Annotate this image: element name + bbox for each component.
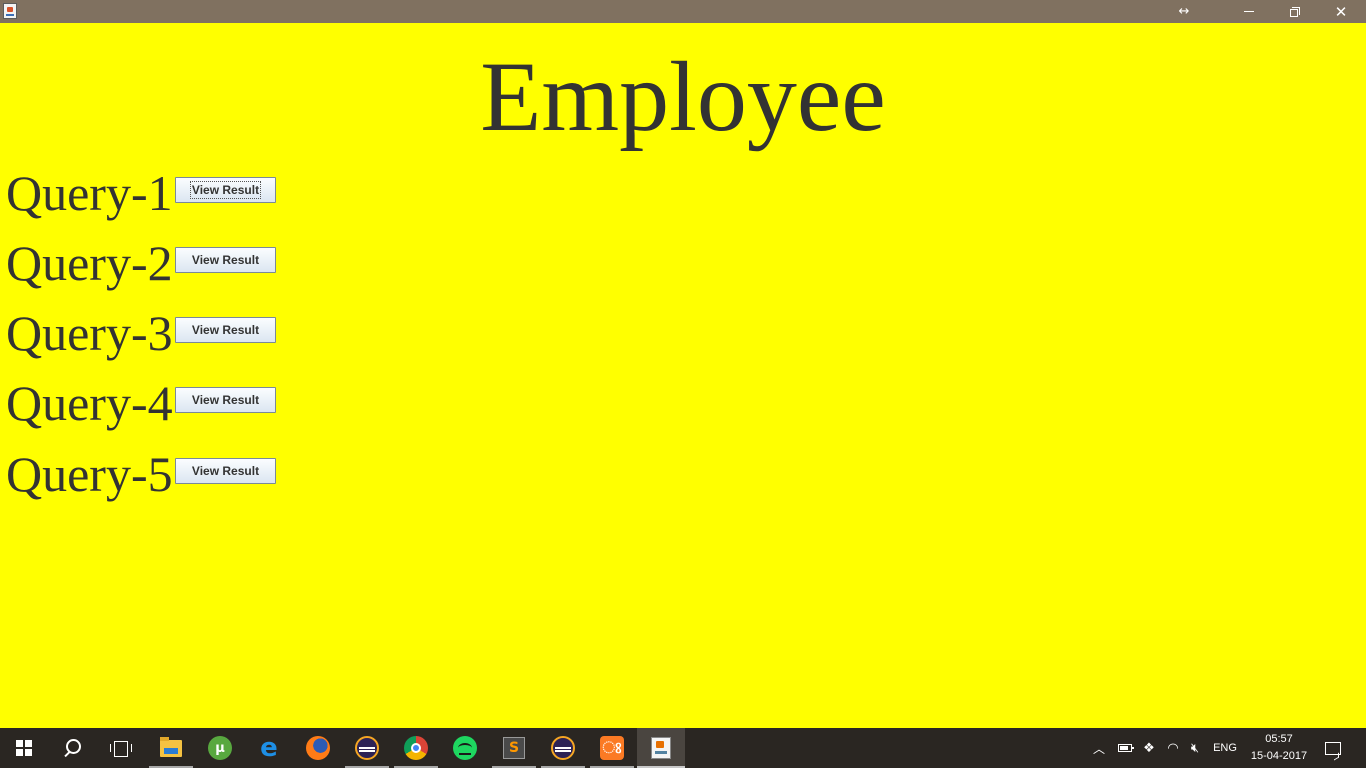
task-view-button[interactable] — [96, 728, 144, 768]
resize-arrows-icon: ↔ — [1178, 4, 1190, 19]
sublime-text-icon: S — [503, 737, 525, 759]
battery-icon[interactable] — [1114, 728, 1136, 768]
show-hidden-icons-button[interactable]: ︿ — [1088, 728, 1110, 768]
sublime-text-button[interactable]: S — [490, 728, 538, 768]
minimize-button[interactable] — [1226, 0, 1272, 23]
taskbar: µ e S ଃ ︿ ❖ ◠ 🔇︎ ENG 05:57 15-04-2017 — [0, 728, 1366, 768]
button-label: View Result — [191, 464, 260, 478]
restore-icon — [1290, 6, 1300, 17]
language-indicator[interactable]: ENG — [1208, 728, 1242, 768]
window-title-bar: ↔ ✕ — [0, 0, 1366, 23]
task-view-icon — [110, 741, 132, 757]
search-icon — [63, 739, 81, 757]
query-label: Query-3 — [6, 305, 173, 361]
windows-icon — [16, 740, 32, 756]
edge-button[interactable]: e — [245, 728, 293, 768]
java-app-taskbar-button[interactable] — [637, 728, 685, 768]
view-result-button[interactable]: View Result — [175, 247, 276, 273]
start-button[interactable] — [0, 728, 48, 768]
action-center-button[interactable] — [1318, 728, 1348, 768]
utorrent-button[interactable]: µ — [196, 728, 244, 768]
eclipse-button-2[interactable] — [539, 728, 587, 768]
clock[interactable]: 05:57 15-04-2017 — [1244, 731, 1314, 765]
button-label: View Result — [191, 253, 260, 267]
eclipse-icon — [355, 736, 379, 760]
dropbox-icon[interactable]: ❖ — [1138, 728, 1160, 768]
file-explorer-button[interactable] — [147, 728, 195, 768]
page-title: Employee — [480, 41, 886, 152]
java-icon — [651, 737, 671, 759]
view-result-button[interactable]: View Result — [175, 317, 276, 343]
button-label: View Result — [191, 393, 260, 407]
chrome-icon — [404, 736, 428, 760]
folder-icon — [160, 736, 182, 757]
wifi-icon[interactable]: ◠ — [1162, 728, 1184, 768]
edge-icon: e — [260, 733, 278, 763]
query-label: Query-4 — [6, 375, 173, 431]
clock-date: 15-04-2017 — [1250, 750, 1308, 762]
eclipse-icon — [551, 736, 575, 760]
spotify-icon — [453, 736, 477, 760]
minimize-icon — [1244, 11, 1254, 12]
view-result-button[interactable]: View Result — [175, 458, 276, 484]
button-label: View Result — [191, 323, 260, 337]
utorrent-icon: µ — [208, 736, 232, 760]
button-label: View Result — [189, 181, 262, 199]
firefox-button[interactable] — [294, 728, 342, 768]
eclipse-button[interactable] — [343, 728, 391, 768]
clock-time: 05:57 — [1265, 733, 1293, 745]
notification-icon — [1325, 741, 1341, 755]
chrome-button[interactable] — [392, 728, 440, 768]
restore-button[interactable] — [1272, 0, 1318, 23]
xampp-icon: ଃ — [600, 736, 624, 760]
volume-muted-icon[interactable]: 🔇︎ — [1184, 728, 1206, 768]
query-label: Query-1 — [6, 165, 173, 221]
close-button[interactable]: ✕ — [1318, 0, 1364, 23]
search-button[interactable] — [48, 728, 96, 768]
query-label: Query-2 — [6, 235, 173, 291]
view-result-button[interactable]: View Result — [175, 387, 276, 413]
java-app-icon[interactable] — [3, 3, 17, 19]
firefox-icon — [306, 736, 330, 760]
view-result-button[interactable]: View Result — [175, 177, 276, 203]
xampp-button[interactable]: ଃ — [588, 728, 636, 768]
spotify-button[interactable] — [441, 728, 489, 768]
query-label: Query-5 — [6, 446, 173, 502]
